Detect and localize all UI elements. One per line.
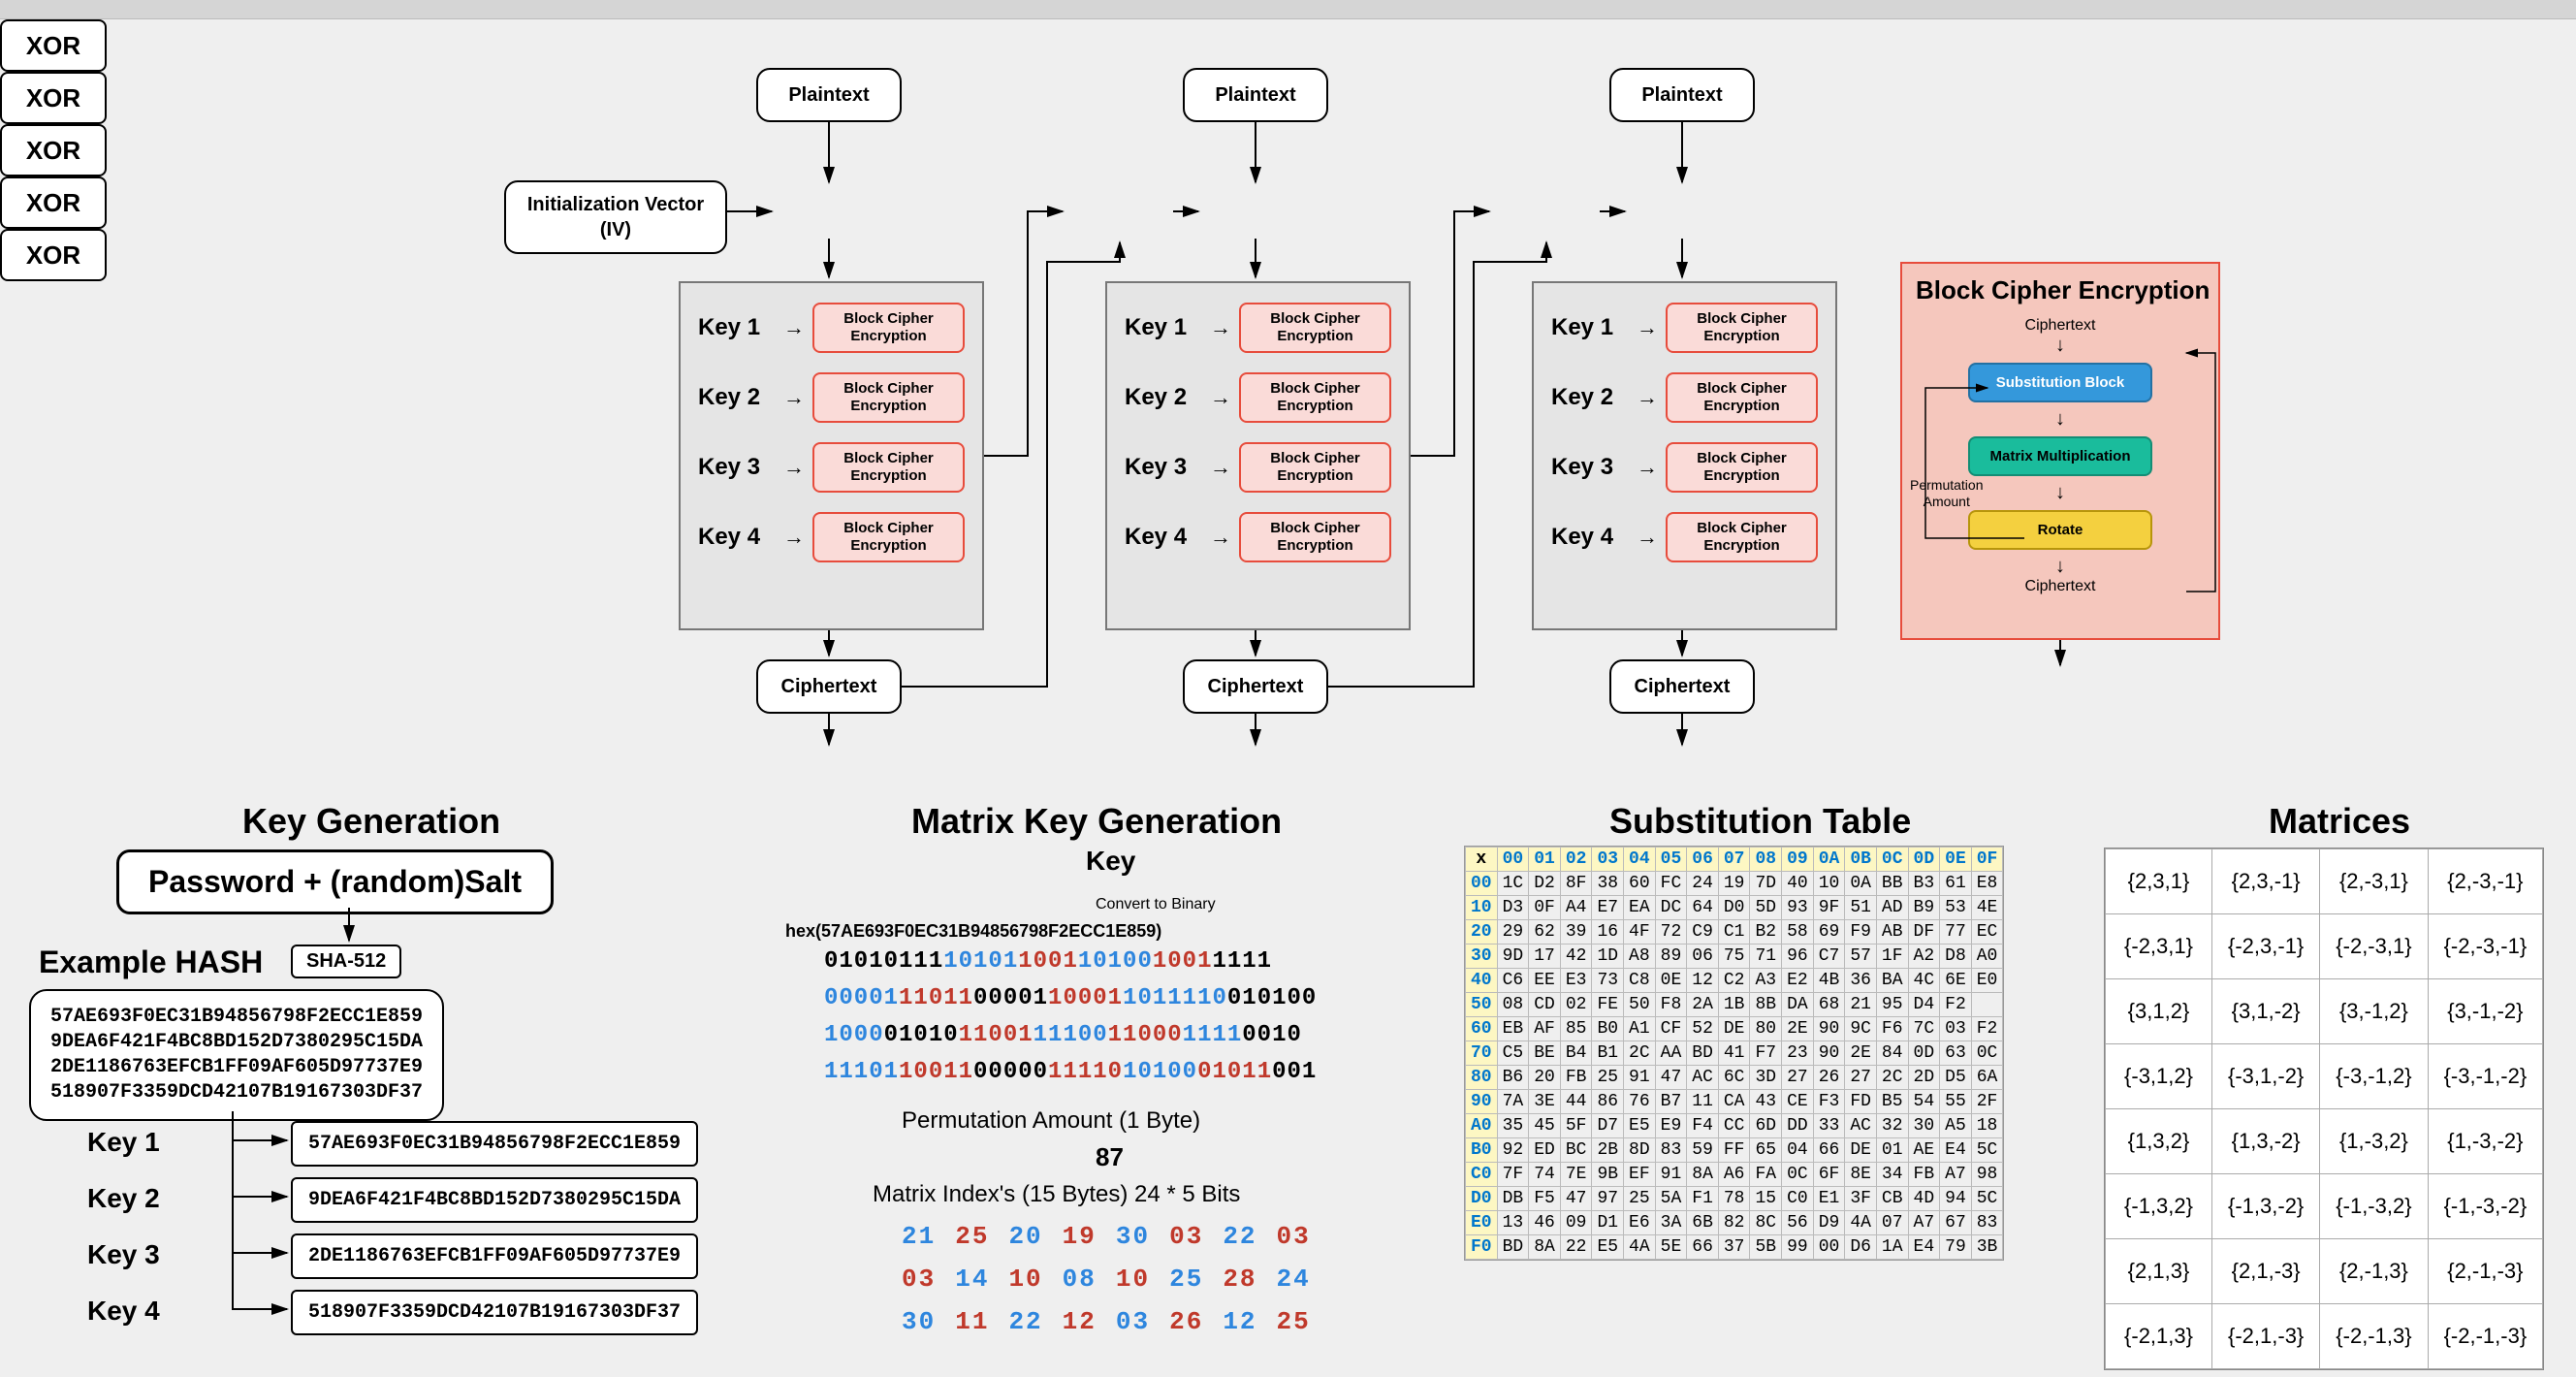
arrow-icon: → bbox=[783, 315, 805, 340]
plaintext-block-3: Plaintext bbox=[1609, 68, 1755, 122]
arrow-icon: → bbox=[1637, 455, 1658, 480]
cipher-group-3: Key 1 → Block Cipher Encryption Key 2 → Bloc… bbox=[1532, 281, 1837, 630]
arrow-icon: → bbox=[1637, 525, 1658, 550]
substitution-table: x000102030405060708090A0B0C0D0E0F001CD28… bbox=[1464, 846, 2004, 1261]
bce-step: Block Cipher Encryption bbox=[1666, 512, 1818, 562]
bce-step: Block Cipher Encryption bbox=[1239, 442, 1391, 493]
key-label: Key 3 bbox=[1551, 454, 1629, 481]
key-label: Key 1 bbox=[1125, 314, 1202, 341]
bce-rotate: Rotate bbox=[1968, 510, 2152, 550]
key-label: Key 1 bbox=[1551, 314, 1629, 341]
bce-step: Block Cipher Encryption bbox=[812, 372, 965, 423]
ciphertext-3: Ciphertext bbox=[1609, 659, 1755, 714]
bce-step: Block Cipher Encryption bbox=[1239, 512, 1391, 562]
xor-3a: XOR bbox=[0, 176, 107, 229]
xor-1: XOR bbox=[0, 19, 107, 72]
bce-title: Block Cipher Encryption bbox=[1902, 264, 2218, 311]
mk-hex: hex(57AE693F0EC31B94856798F2ECC1E859) bbox=[785, 921, 1161, 942]
keygen-title: Key Generation bbox=[242, 801, 500, 842]
arrow-icon: → bbox=[783, 385, 805, 410]
key-label: Key 3 bbox=[698, 454, 776, 481]
bce-perm-side: Permutation Amount bbox=[1910, 477, 1983, 510]
bce-panel: Block Cipher Encryption Ciphertext ↓ Sub… bbox=[1900, 262, 2220, 640]
bce-step: Block Cipher Encryption bbox=[812, 512, 965, 562]
bce-step: Block Cipher Encryption bbox=[1239, 303, 1391, 353]
key-label: Key 2 bbox=[1125, 384, 1202, 411]
idx-label: Matrix Index's (15 Bytes) 24 * 5 Bits bbox=[873, 1181, 1240, 1208]
toolbar bbox=[0, 0, 2576, 19]
key-4-value: 518907F3359DCD42107B19167303DF37 bbox=[291, 1290, 698, 1335]
key-label: Key 4 bbox=[1125, 524, 1202, 551]
perm-value: 87 bbox=[1096, 1142, 1124, 1172]
arrow-icon: → bbox=[1637, 315, 1658, 340]
example-hash-label: Example HASH bbox=[39, 945, 263, 980]
xor-2a: XOR bbox=[0, 72, 107, 124]
key-label: Key 2 bbox=[1551, 384, 1629, 411]
bce-step: Block Cipher Encryption bbox=[1666, 303, 1818, 353]
password-salt: Password + (random)Salt bbox=[116, 849, 554, 914]
bce-step: Block Cipher Encryption bbox=[812, 442, 965, 493]
bce-matrix: Matrix Multiplication bbox=[1968, 436, 2152, 476]
bce-substitution: Substitution Block bbox=[1968, 363, 2152, 402]
arrow-icon: → bbox=[1210, 315, 1231, 340]
arrow-icon: → bbox=[1210, 455, 1231, 480]
arrow-icon: → bbox=[1210, 385, 1231, 410]
xor-2b: XOR bbox=[0, 124, 107, 176]
bce-in-label: Ciphertext bbox=[2025, 317, 2096, 335]
matrices-title: Matrices bbox=[2269, 801, 2410, 842]
bce-step: Block Cipher Encryption bbox=[1666, 372, 1818, 423]
xor-3b: XOR bbox=[0, 229, 107, 281]
key-label: Key 2 bbox=[698, 384, 776, 411]
arrow-icon: → bbox=[783, 525, 805, 550]
key-1-label: Key 1 bbox=[87, 1127, 160, 1158]
key-3-label: Key 3 bbox=[87, 1239, 160, 1270]
bce-step: Block Cipher Encryption bbox=[1666, 442, 1818, 493]
diagram-canvas: Plaintext Plaintext Plaintext Initializa… bbox=[0, 19, 2576, 1355]
bce-out-label: Ciphertext bbox=[2025, 578, 2096, 595]
key-3-value: 2DE1186763EFCB1FF09AF605D97737E9 bbox=[291, 1233, 698, 1279]
key-2-label: Key 2 bbox=[87, 1183, 160, 1214]
cipher-group-2: Key 1 → Block Cipher Encryption Key 2 → Bloc… bbox=[1105, 281, 1411, 630]
sha-box: SHA-512 bbox=[291, 945, 401, 978]
key-label: Key 3 bbox=[1125, 454, 1202, 481]
cipher-group-1: Key 1 → Block Cipher Encryption Key 2 → Bloc… bbox=[679, 281, 984, 630]
plaintext-block-2: Plaintext bbox=[1183, 68, 1328, 122]
bce-step: Block Cipher Encryption bbox=[812, 303, 965, 353]
key-4-label: Key 4 bbox=[87, 1296, 160, 1327]
arrow-icon: → bbox=[1210, 525, 1231, 550]
bce-step: Block Cipher Encryption bbox=[1239, 372, 1391, 423]
iv-node: Initialization Vector (IV) bbox=[504, 180, 727, 254]
matrix-keygen-title: Matrix Key Generation bbox=[911, 801, 1282, 842]
perm-label: Permutation Amount (1 Byte) bbox=[902, 1107, 1200, 1135]
ciphertext-1: Ciphertext bbox=[756, 659, 902, 714]
key-2-value: 9DEA6F421F4BC8BD152D7380295C15DA bbox=[291, 1177, 698, 1223]
matrices-table: {2,3,1}{2,3,-1}{2,-3,1}{2,-3,-1}{-2,3,1}… bbox=[2104, 848, 2544, 1370]
mk-key-label: Key bbox=[1086, 846, 1135, 877]
mk-convert: Convert to Binary bbox=[1096, 896, 1216, 913]
hash-block: 57AE693F0EC31B94856798F2ECC1E859 9DEA6F4… bbox=[29, 989, 444, 1121]
sbox-title: Substitution Table bbox=[1609, 801, 1911, 842]
arrow-icon: → bbox=[783, 455, 805, 480]
key-label: Key 1 bbox=[698, 314, 776, 341]
plaintext-block-1: Plaintext bbox=[756, 68, 902, 122]
key-1-value: 57AE693F0EC31B94856798F2ECC1E859 bbox=[291, 1121, 698, 1167]
key-label: Key 4 bbox=[1551, 524, 1629, 551]
arrow-icon: → bbox=[1637, 385, 1658, 410]
ciphertext-2: Ciphertext bbox=[1183, 659, 1328, 714]
key-label: Key 4 bbox=[698, 524, 776, 551]
